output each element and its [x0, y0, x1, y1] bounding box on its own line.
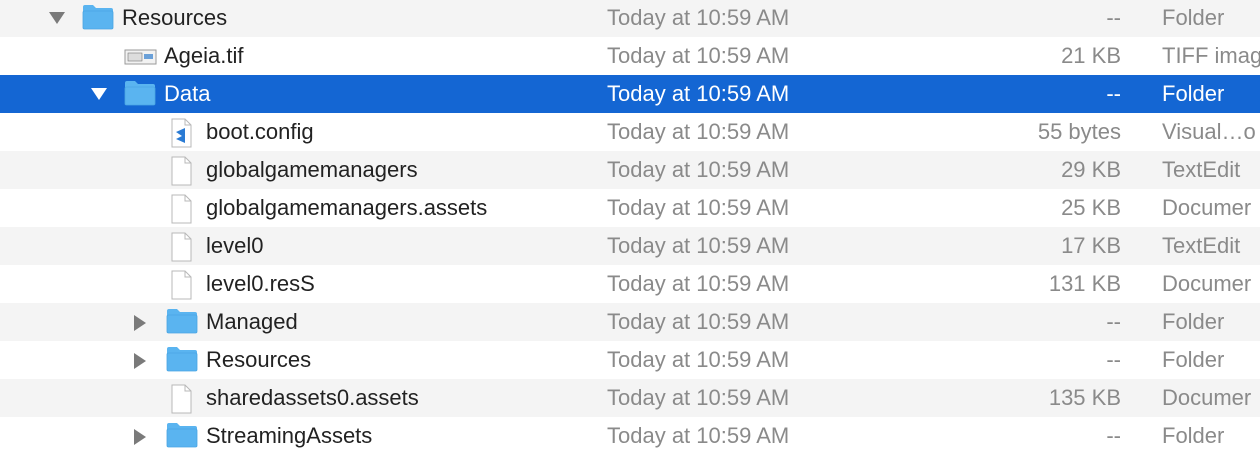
file-name: level0	[206, 233, 264, 258]
date-modified: Today at 10:59 AM	[607, 423, 790, 448]
file-size: --	[1106, 5, 1121, 30]
date-modified: Today at 10:59 AM	[607, 309, 790, 334]
date-modified: Today at 10:59 AM	[607, 195, 790, 220]
date-modified: Today at 10:59 AM	[607, 119, 790, 144]
file-size: --	[1106, 81, 1121, 106]
file-size: 55 bytes	[1037, 119, 1121, 144]
file-row[interactable]: globalgamemanagers.assets Today at 10:59 …	[0, 189, 1260, 227]
folder-row[interactable]: Data Today at 10:59 AM -- Folder	[0, 75, 1260, 113]
file-name: sharedassets0.assets	[206, 385, 419, 410]
folder-row[interactable]: Resources Today at 10:59 AM -- Folder	[0, 0, 1260, 37]
file-kind: Documer	[1162, 385, 1252, 410]
file-kind: Folder	[1162, 309, 1225, 334]
file-row[interactable]: Ageia.tif Today at 10:59 AM 21 KB TIFF imag	[0, 37, 1260, 75]
folder-icon	[166, 341, 200, 379]
disclosure-triangle-collapsed-icon[interactable]	[130, 303, 152, 341]
file-kind: Folder	[1162, 423, 1225, 448]
file-name: Managed	[206, 309, 298, 334]
file-name: level0.resS	[206, 271, 315, 296]
folder-icon	[166, 417, 200, 455]
file-kind: TIFF imag	[1162, 43, 1260, 68]
date-modified: Today at 10:59 AM	[607, 347, 790, 372]
file-kind: TextEdit	[1162, 157, 1241, 182]
document-icon	[166, 227, 200, 265]
file-kind: Documer	[1162, 195, 1252, 220]
document-icon	[166, 189, 200, 227]
file-size: 29 KB	[1061, 157, 1121, 182]
tiff-image-icon	[124, 37, 158, 75]
file-name: globalgamemanagers.assets	[206, 195, 488, 220]
date-modified: Today at 10:59 AM	[607, 233, 790, 258]
folder-row[interactable]: Resources Today at 10:59 AM -- Folder	[0, 341, 1260, 379]
date-modified: Today at 10:59 AM	[607, 385, 790, 410]
file-size: --	[1106, 347, 1121, 372]
file-size: 25 KB	[1061, 195, 1121, 220]
file-name: StreamingAssets	[206, 423, 373, 448]
file-row[interactable]: sharedassets0.assets Today at 10:59 AM 135…	[0, 379, 1260, 417]
disclosure-triangle-expanded-icon[interactable]	[88, 75, 110, 113]
file-name: Resources	[206, 347, 312, 372]
file-size: 135 KB	[1048, 385, 1121, 410]
date-modified: Today at 10:59 AM	[607, 271, 790, 296]
document-icon	[166, 265, 200, 303]
file-size: 131 KB	[1048, 271, 1121, 296]
file-kind: TextEdit	[1162, 233, 1241, 258]
file-kind: Folder	[1162, 347, 1225, 372]
file-row[interactable]: boot.config Today at 10:59 AM 55 bytes Visu…	[0, 113, 1260, 151]
folder-icon	[124, 75, 158, 113]
file-name: Ageia.tif	[164, 43, 244, 68]
document-icon	[166, 151, 200, 189]
date-modified: Today at 10:59 AM	[607, 81, 790, 106]
file-size: 21 KB	[1061, 43, 1121, 68]
disclosure-triangle-collapsed-icon[interactable]	[130, 341, 152, 379]
finder-list-view: Resources Today at 10:59 AM -- Folder Ageia.…	[0, 0, 1260, 458]
folder-icon	[166, 303, 200, 341]
file-name: boot.config	[206, 119, 314, 144]
file-name: Data	[164, 81, 211, 106]
date-modified: Today at 10:59 AM	[607, 157, 790, 182]
file-size: --	[1106, 309, 1121, 334]
folder-row[interactable]: StreamingAssets Today at 10:59 AM -- Folder	[0, 417, 1260, 455]
file-size: --	[1106, 423, 1121, 448]
disclosure-triangle-collapsed-icon[interactable]	[130, 417, 152, 455]
date-modified: Today at 10:59 AM	[607, 5, 790, 30]
folder-row[interactable]: Managed Today at 10:59 AM -- Folder	[0, 303, 1260, 341]
folder-icon	[82, 0, 116, 37]
document-icon	[166, 379, 200, 417]
file-size: 17 KB	[1061, 233, 1121, 258]
file-row[interactable]: level0 Today at 10:59 AM 17 KB TextEdit	[0, 227, 1260, 265]
file-name: globalgamemanagers	[206, 157, 418, 182]
date-modified: Today at 10:59 AM	[607, 43, 790, 68]
vscode-file-icon	[166, 113, 200, 151]
file-kind: Folder	[1162, 81, 1225, 106]
disclosure-triangle-expanded-icon[interactable]	[46, 0, 68, 37]
file-kind: Visual…o	[1162, 119, 1256, 144]
file-kind: Folder	[1162, 5, 1225, 30]
file-row[interactable]: globalgamemanagers Today at 10:59 AM 29 KB…	[0, 151, 1260, 189]
file-kind: Documer	[1162, 271, 1252, 296]
file-name: Resources	[122, 5, 228, 30]
file-row[interactable]: level0.resS Today at 10:59 AM 131 KB Docume…	[0, 265, 1260, 303]
